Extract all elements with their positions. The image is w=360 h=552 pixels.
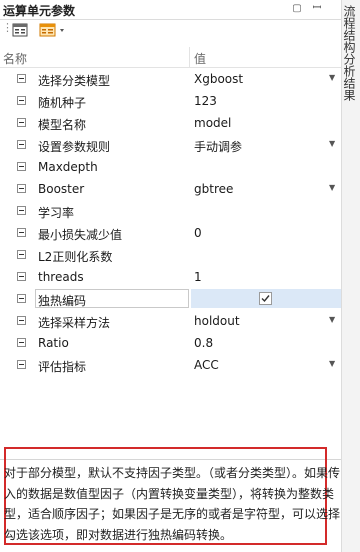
property-row[interactable]: 最小损失减少值 0 (0, 222, 341, 244)
column-divider[interactable] (189, 47, 190, 67)
row-marker-icon (17, 338, 26, 347)
property-label: 选择分类模型 (38, 74, 111, 88)
dropdown-arrow-icon[interactable]: ▼ (329, 140, 337, 148)
side-tab-label: 流程结构分析结果 (342, 5, 356, 101)
row-marker-icon (17, 250, 26, 259)
property-value[interactable]: ACC (194, 358, 219, 372)
property-label: 模型名称 (38, 118, 87, 132)
row-marker-icon (17, 294, 26, 303)
property-label: 独热编码 (38, 294, 87, 308)
property-value[interactable]: model (194, 116, 231, 130)
property-label: 设置参数规则 (38, 140, 111, 154)
property-label: Maxdepth (38, 160, 98, 174)
property-value[interactable]: holdout (194, 314, 240, 328)
property-panel: 运算单元参数 ▢ ꟷ ⋮ 名称 值 选择分类模型 Xgboost ▼ 随机种子 … (0, 0, 341, 552)
row-marker-icon (17, 140, 26, 149)
row-marker-icon (17, 316, 26, 325)
property-label: 评估指标 (38, 360, 87, 374)
property-row[interactable]: 学习率 (0, 200, 341, 222)
description-box: 对于部分模型，默认不支持因子类型。（或者分类类型）。如果传入的数据是数值型因子（… (4, 447, 340, 545)
value-column-header: 值 (194, 52, 207, 66)
property-row[interactable]: L2正则化系数 (0, 244, 341, 266)
row-marker-icon (17, 162, 26, 171)
property-label: Booster (38, 182, 85, 196)
row-marker-icon (17, 360, 26, 369)
row-marker-icon (17, 118, 26, 127)
window-position-icon[interactable]: ▢ (291, 3, 303, 15)
property-value[interactable]: 0.8 (194, 336, 213, 350)
property-grid-icon[interactable] (12, 23, 30, 39)
property-row[interactable]: threads 1 (0, 266, 341, 288)
property-row[interactable]: 随机种子 123 (0, 90, 341, 112)
property-value[interactable]: 123 (194, 94, 217, 108)
property-value[interactable]: gbtree (194, 182, 233, 196)
property-label: 选择采样方法 (38, 316, 111, 330)
property-label: 最小损失减少值 (38, 228, 123, 242)
row-marker-icon (17, 74, 26, 83)
row-marker-icon (17, 272, 26, 281)
row-marker-icon (17, 228, 26, 237)
one-hot-checkbox[interactable] (259, 292, 272, 305)
property-label: L2正则化系数 (38, 250, 113, 264)
property-label: threads (38, 270, 84, 284)
description-text: 对于部分模型，默认不支持因子类型。（或者分类类型）。如果传入的数据是数值型因子（… (4, 466, 341, 542)
name-column-header: 名称 (3, 52, 28, 66)
property-row[interactable]: Maxdepth (0, 156, 341, 178)
panel-titlebar: 运算单元参数 ▢ ꟷ (0, 0, 341, 20)
dropdown-arrow-icon[interactable]: ▼ (329, 184, 337, 192)
row-marker-icon (17, 96, 26, 105)
pin-icon[interactable]: ꟷ (311, 2, 323, 14)
side-tab[interactable]: 流程结构分析结果 (341, 0, 360, 552)
property-row[interactable]: 选择分类模型 Xgboost ▼ (0, 68, 341, 90)
property-row[interactable]: 评估指标 ACC ▼ (0, 354, 341, 376)
property-row[interactable]: 设置参数规则 手动调参 ▼ (0, 134, 341, 156)
property-row[interactable]: Booster gbtree ▼ (0, 178, 341, 200)
property-row[interactable]: 模型名称 model (0, 112, 341, 134)
row-marker-icon (17, 206, 26, 215)
property-row[interactable]: Ratio 0.8 (0, 332, 341, 354)
toolbar: ⋮ (0, 20, 341, 42)
toolbar-grip-icon: ⋮ (2, 21, 13, 34)
property-label: 随机种子 (38, 96, 87, 110)
property-value[interactable]: 1 (194, 270, 202, 284)
property-label: Ratio (38, 336, 69, 350)
grid-header: 名称 值 (0, 47, 341, 68)
checkmark-icon (261, 295, 270, 303)
dropdown-arrow-icon[interactable]: ▼ (329, 316, 337, 324)
panel-title: 运算单元参数 (3, 4, 76, 18)
dropdown-arrow-icon[interactable]: ▼ (329, 360, 337, 368)
dropdown-arrow-icon[interactable]: ▼ (329, 74, 337, 82)
property-label: 学习率 (38, 206, 75, 220)
row-marker-icon (17, 184, 26, 193)
property-value[interactable]: Xgboost (194, 72, 243, 86)
property-value[interactable]: 0 (194, 226, 202, 240)
property-value[interactable]: 手动调参 (194, 138, 242, 155)
property-row-selected[interactable]: 独热编码 (0, 288, 341, 310)
sort-icon[interactable] (39, 23, 67, 39)
property-row[interactable]: 选择采样方法 holdout ▼ (0, 310, 341, 332)
